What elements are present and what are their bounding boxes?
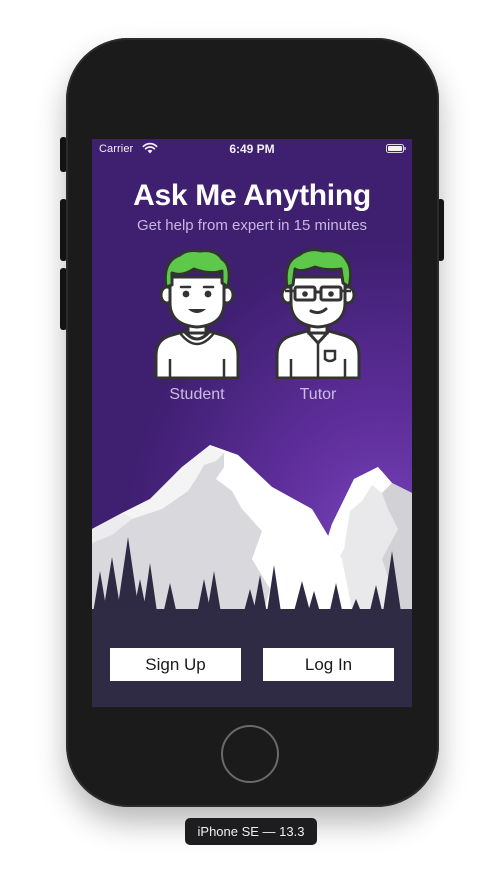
app-title: Ask Me Anything	[133, 179, 371, 212]
home-button[interactable]	[221, 725, 279, 783]
student-option[interactable]: Student	[142, 247, 252, 407]
log-in-button[interactable]: Log In	[263, 648, 394, 681]
tutor-label: Tutor	[299, 386, 337, 403]
app-screen: Carrier 6:49 PM Ask Me Anything Get help…	[92, 139, 412, 707]
tutor-avatar-icon	[275, 248, 361, 379]
student-avatar-icon	[154, 249, 240, 379]
status-bar: Carrier 6:49 PM	[92, 139, 412, 159]
tutor-option[interactable]: Tutor	[263, 247, 373, 407]
app-subtitle: Get help from expert in 15 minutes	[136, 217, 368, 234]
status-time: 6:49 PM	[229, 142, 275, 156]
battery-icon	[386, 144, 406, 153]
simulator-stage: Carrier 6:49 PM Ask Me Anything Get help…	[0, 0, 504, 882]
sign-up-button[interactable]: Sign Up	[110, 648, 241, 681]
student-label: Student	[169, 386, 225, 403]
mountain-illustration	[92, 445, 412, 619]
device-label: iPhone SE — 13.3	[185, 818, 317, 845]
